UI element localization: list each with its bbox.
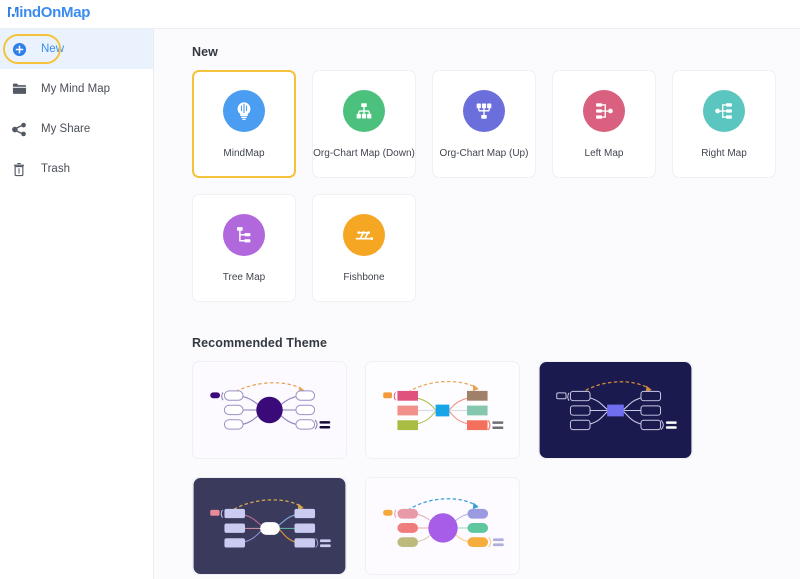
theme-preview: [193, 478, 346, 574]
map-type-grid: MindMap Org-Chart Map (Down) Org-Chart M…: [192, 70, 792, 302]
new-section-title: New: [192, 45, 219, 59]
map-type-label: MindMap: [223, 147, 265, 159]
map-type-card-mindmap[interactable]: MindMap: [192, 70, 296, 178]
left-map-icon: [583, 89, 625, 132]
map-type-label: Right Map: [701, 147, 747, 159]
share-icon: [8, 118, 30, 140]
theme-card-violet-light[interactable]: [365, 477, 520, 575]
org-chart-up-icon: [463, 89, 505, 132]
app-logo[interactable]: MindOnMap: [7, 4, 90, 21]
theme-card-colorful-light[interactable]: [365, 361, 520, 459]
sidebar-item-label: New: [41, 43, 65, 55]
theme-preview: [193, 362, 346, 458]
sidebar-item-my-mind-map[interactable]: My Mind Map: [0, 69, 153, 109]
map-type-card-org-chart-down[interactable]: Org-Chart Map (Down): [312, 70, 416, 178]
theme-card-purple-light[interactable]: [192, 361, 347, 459]
main-content: New MindMap Org-Chart Map (Down) Org-Cha…: [155, 29, 800, 579]
right-map-icon: [703, 89, 745, 132]
map-type-label: Org-Chart Map (Up): [439, 147, 529, 159]
app-root: MindOnMap New My Mind Map My Share Trash…: [0, 0, 800, 579]
sidebar-item-label: Trash: [41, 163, 70, 175]
org-chart-down-icon: [343, 89, 385, 132]
app-header: MindOnMap: [0, 0, 800, 29]
map-type-label: Tree Map: [222, 271, 266, 283]
map-type-card-tree-map[interactable]: Tree Map: [192, 194, 296, 302]
theme-section-title: Recommended Theme: [192, 336, 328, 350]
map-type-card-left-map[interactable]: Left Map: [552, 70, 656, 178]
sidebar: New My Mind Map My Share Trash: [0, 29, 154, 579]
map-type-card-fishbone[interactable]: Fishbone: [312, 194, 416, 302]
map-type-card-org-chart-up[interactable]: Org-Chart Map (Up): [432, 70, 536, 178]
tree-map-icon: [223, 213, 265, 256]
lightbulb-icon: [223, 89, 265, 132]
plus-circle-icon: [8, 38, 30, 60]
map-type-label: Org-Chart Map (Down): [313, 147, 415, 159]
fishbone-icon: [343, 213, 385, 256]
folder-icon: [8, 78, 30, 100]
theme-preview: [366, 362, 519, 458]
map-type-label: Left Map: [584, 147, 624, 159]
sidebar-item-label: My Mind Map: [41, 83, 111, 95]
theme-card-dark-navy[interactable]: [538, 361, 693, 459]
logo-m-glyph: M: [7, 4, 20, 21]
theme-preview: [366, 478, 519, 574]
sidebar-item-new[interactable]: New: [0, 29, 153, 69]
map-type-label: Fishbone: [343, 271, 385, 283]
theme-card-dark-slate[interactable]: [192, 477, 347, 575]
sidebar-item-trash[interactable]: Trash: [0, 149, 153, 189]
logo-text: indOnMap: [19, 4, 91, 21]
theme-preview: [539, 362, 692, 458]
theme-grid: [192, 361, 792, 575]
sidebar-item-my-share[interactable]: My Share: [0, 109, 153, 149]
trash-icon: [8, 158, 30, 180]
sidebar-item-label: My Share: [41, 123, 91, 135]
map-type-card-right-map[interactable]: Right Map: [672, 70, 776, 178]
